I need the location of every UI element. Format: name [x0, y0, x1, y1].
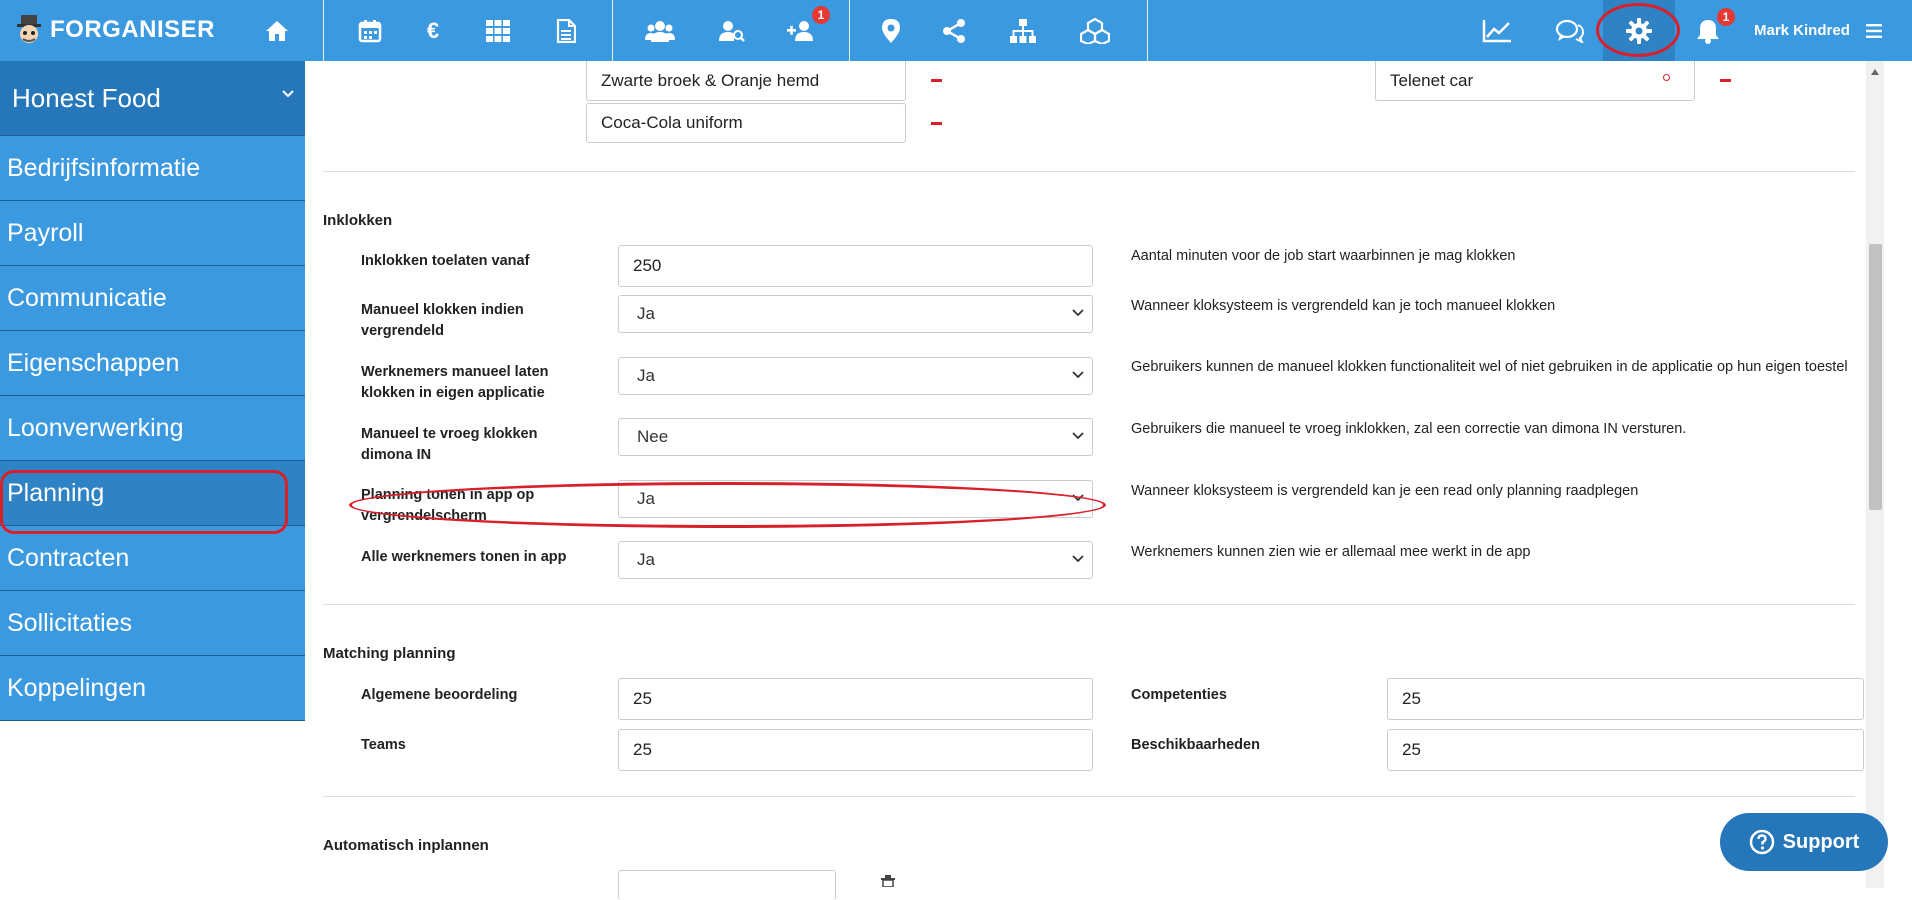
select-value: Ja [637, 304, 655, 323]
chevron-down-icon [1072, 371, 1084, 379]
row-description: Wanneer kloksysteem is vergrendeld kan j… [1131, 298, 1556, 314]
logo[interactable]: FORGANISER [12, 12, 215, 48]
support-button[interactable]: Support [1720, 813, 1888, 871]
support-label: Support [1782, 830, 1860, 853]
top-navigation-bar: FORGANISER € 1 1 Mark Kindred [0, 0, 1912, 61]
notification-badge: 1 [1717, 8, 1735, 26]
divider [323, 171, 1855, 172]
section-title-automatisch: Automatisch inplannen [323, 837, 489, 854]
chevron-down-icon [282, 90, 294, 98]
grid-icon[interactable] [479, 12, 517, 50]
company-name: Honest Food [12, 82, 161, 113]
algemene-beoordeling-input[interactable]: 25 [618, 678, 1093, 720]
sidebar-item-bedrijfsinformatie[interactable]: Bedrijfsinformatie [0, 136, 305, 201]
teams-input[interactable]: 25 [618, 729, 1093, 771]
required-dot-icon [1663, 74, 1670, 81]
planning-highlight-ring [0, 470, 288, 534]
dimona-in-select[interactable]: Nee [618, 418, 1093, 456]
field-label: Competenties [1131, 687, 1227, 703]
logo-text: FORGANISER [50, 16, 216, 43]
sitemap-icon[interactable] [1004, 12, 1042, 50]
calendar-icon[interactable] [351, 12, 389, 50]
remove-icon[interactable] [1720, 79, 1731, 82]
section-title-inklokken: Inklokken [323, 212, 393, 229]
eigen-applicatie-select[interactable]: Ja [618, 357, 1093, 395]
sidebar-item-eigenschappen[interactable]: Eigenschappen [0, 331, 305, 396]
alle-werknemers-select[interactable]: Ja [618, 541, 1093, 579]
field-label: Beschikbaarheden [1131, 737, 1260, 753]
user-search-icon[interactable] [713, 12, 751, 50]
section-title-matching: Matching planning [323, 645, 456, 662]
row-label: Manueel te vroeg klokken dimona IN [361, 426, 538, 463]
separator [1147, 0, 1148, 61]
select-value: Nee [637, 427, 669, 446]
row-description: Gebruikers kunnen de manueel klokken fun… [1131, 359, 1848, 375]
chevron-down-icon [1072, 309, 1084, 317]
chat-icon[interactable] [1551, 12, 1589, 50]
trash-icon[interactable] [879, 875, 897, 887]
planning-row-highlight-ring [349, 482, 1106, 528]
remove-icon[interactable] [931, 79, 942, 82]
sidebar-item-contracten[interactable]: Contracten [0, 526, 305, 591]
separator [849, 0, 850, 61]
separator [323, 0, 324, 61]
euro-icon[interactable]: € [414, 12, 452, 50]
users-icon[interactable] [641, 12, 679, 50]
share-icon[interactable] [935, 12, 973, 50]
sidebar-item-loonverwerking[interactable]: Loonverwerking [0, 396, 305, 461]
sidebar: Honest Food Bedrijfsinformatie Payroll C… [0, 61, 305, 721]
asset-field-value: Telenet car [1390, 70, 1474, 90]
select-value: Ja [637, 366, 655, 385]
logo-mascot-icon [17, 15, 41, 43]
field-label: Algemene beoordeling [361, 687, 518, 703]
auto-plan-input[interactable] [618, 870, 836, 900]
divider [323, 796, 1855, 797]
competenties-input[interactable]: 25 [1387, 678, 1864, 720]
chevron-down-icon [1072, 432, 1084, 440]
clothing-field-1[interactable]: Zwarte broek & Oranje hemd [586, 61, 906, 101]
row-label: Inklokken toelaten vanaf [361, 253, 530, 269]
row-description: Aantal minuten voor de job start waarbin… [1131, 248, 1516, 264]
row-description: Werknemers kunnen zien wie er allemaal m… [1131, 544, 1531, 560]
field-label: Teams [361, 737, 406, 753]
clothing-field-2[interactable]: Coca-Cola uniform [586, 103, 906, 143]
company-selector[interactable]: Honest Food [0, 61, 305, 136]
row-description: Gebruikers die manueel te vroeg inklokke… [1131, 421, 1687, 437]
scrollbar-thumb[interactable] [1869, 244, 1882, 510]
sidebar-item-payroll[interactable]: Payroll [0, 201, 305, 266]
scroll-up-icon[interactable] [1871, 69, 1879, 75]
bell-icon[interactable]: 1 [1689, 8, 1735, 50]
row-label: Manueel klokken indien vergrendeld [361, 302, 524, 339]
cubes-icon[interactable] [1076, 12, 1114, 50]
chart-line-icon[interactable] [1478, 12, 1516, 50]
settings-content: Zwarte broek & Oranje hemd Coca-Cola uni… [305, 61, 1865, 900]
add-user-badge: 1 [812, 6, 830, 24]
manueel-klokken-select[interactable]: Ja [618, 295, 1093, 333]
row-description: Wanneer kloksysteem is vergrendeld kan j… [1131, 483, 1639, 499]
inklokken-vanaf-input[interactable]: 250 [618, 245, 1093, 287]
separator [612, 0, 613, 61]
row-label: Werknemers manueel laten klokken in eige… [361, 364, 549, 401]
sidebar-item-communicatie[interactable]: Communicatie [0, 266, 305, 331]
user-add-icon[interactable]: 1 [782, 6, 830, 50]
home-icon[interactable] [258, 12, 296, 50]
remove-icon[interactable] [931, 122, 942, 125]
beschikbaarheden-input[interactable]: 25 [1387, 729, 1864, 771]
user-name[interactable]: Mark Kindred [1754, 22, 1850, 39]
sidebar-item-sollicitaties[interactable]: Sollicitaties [0, 591, 305, 656]
menu-icon[interactable] [1855, 12, 1893, 50]
location-icon[interactable] [872, 12, 910, 50]
divider [323, 604, 1855, 605]
scrollbar[interactable] [1866, 61, 1884, 888]
gear-highlight-ring [1596, 3, 1680, 57]
asset-field[interactable]: Telenet car [1375, 61, 1695, 101]
document-icon[interactable] [547, 12, 585, 50]
chevron-down-icon [1072, 555, 1084, 563]
row-label: Alle werknemers tonen in app [361, 549, 567, 565]
sidebar-item-koppelingen[interactable]: Koppelingen [0, 656, 305, 721]
select-value: Ja [637, 550, 655, 569]
help-icon [1749, 829, 1774, 855]
